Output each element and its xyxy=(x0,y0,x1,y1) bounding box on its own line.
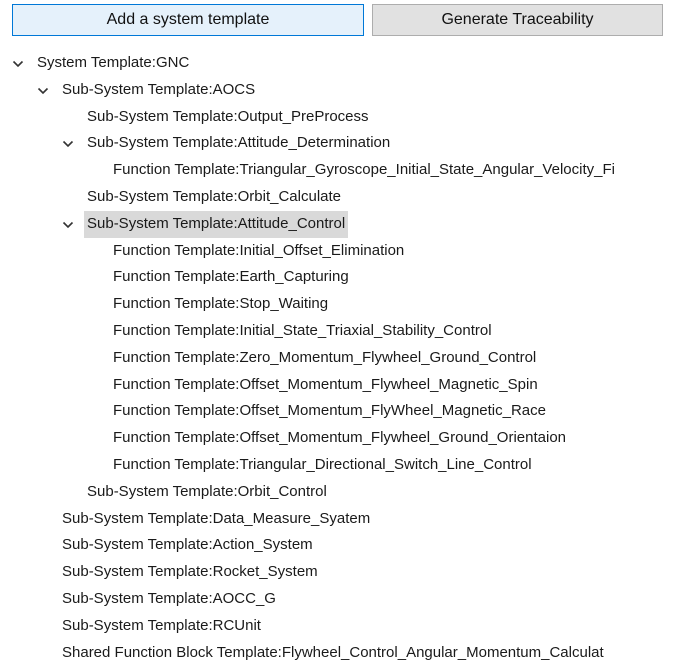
chevron-down-icon[interactable] xyxy=(62,139,74,149)
tree-node[interactable]: Sub-System Template:Orbit_Control xyxy=(0,479,691,506)
tree-node-label: Sub-System Template:AOCS xyxy=(62,80,256,98)
tree-node-label: Function Template:Initial_Offset_Elimina… xyxy=(113,241,405,259)
tree-node[interactable]: Function Template:Offset_Momentum_Flywhe… xyxy=(0,425,691,452)
tree-node-label: Function Template:Offset_Momentum_FlyWhe… xyxy=(113,402,546,420)
tree-node-label: Sub-System Template:Rocket_System xyxy=(62,563,318,581)
tree-node-label: Sub-System Template:Attitude_Determinati… xyxy=(87,134,391,152)
tree-node-label: Sub-System Template:RCUnit xyxy=(62,616,261,634)
tree-node-label: Function Template:Zero_Momentum_Flywheel… xyxy=(113,348,537,366)
tree-node[interactable]: Sub-System Template:Orbit_Calculate xyxy=(0,184,691,211)
tree-node[interactable]: Sub-System Template:AOCS xyxy=(0,77,691,104)
tree-node-label: Shared Function Block Template:Flywheel_… xyxy=(62,643,604,661)
tree-node[interactable]: Function Template:Triangular_Directional… xyxy=(0,452,691,479)
tree-node-label: Function Template:Stop_Waiting xyxy=(113,295,329,313)
tree-node[interactable]: Sub-System Template:Attitude_Control xyxy=(0,210,691,238)
tree-node[interactable]: Sub-System Template:Output_PreProcess xyxy=(0,104,691,131)
tree-node[interactable]: Sub-System Template:RCUnit xyxy=(0,613,691,640)
tree-node[interactable]: Function Template:Zero_Momentum_Flywheel… xyxy=(0,345,691,372)
tree-node-label: Sub-System Template:AOCC_G xyxy=(62,589,276,607)
tree-node[interactable]: Sub-System Template:Data_Measure_Syatem xyxy=(0,506,691,533)
tree-node-label: Sub-System Template:Action_System xyxy=(62,536,313,554)
tree-node-label: Sub-System Template:Data_Measure_Syatem xyxy=(62,509,371,527)
tree-node[interactable]: Sub-System Template:AOCC_G xyxy=(0,586,691,613)
tree-node[interactable]: Sub-System Template:Rocket_System xyxy=(0,559,691,586)
tree-node-label: Function Template:Offset_Momentum_Flywhe… xyxy=(113,375,538,393)
tree-node-label: Function Template:Triangular_Directional… xyxy=(113,455,532,473)
tree-node[interactable]: Function Template:Offset_Momentum_Flywhe… xyxy=(0,372,691,399)
tree-node-label: Sub-System Template:Orbit_Control xyxy=(87,482,327,500)
toolbar: Add a system template Generate Traceabil… xyxy=(0,0,691,44)
tree-node-label: Function Template:Offset_Momentum_Flywhe… xyxy=(113,429,567,447)
tree-node-label: Function Template:Earth_Capturing xyxy=(113,268,349,286)
tree-node-label: Sub-System Template:Orbit_Calculate xyxy=(87,187,342,205)
template-tree: System Template:GNC Sub-System Template:A… xyxy=(0,50,691,663)
tree-node-label: System Template:GNC xyxy=(37,54,190,71)
tree-node[interactable]: Function Template:Initial_State_Triaxial… xyxy=(0,318,691,345)
tree-node[interactable]: System Template:GNC xyxy=(0,50,691,77)
tree-node[interactable]: Function Template:Triangular_Gyroscope_I… xyxy=(0,157,691,184)
tree-node[interactable]: Sub-System Template:Attitude_Determinati… xyxy=(0,130,691,157)
chevron-down-icon[interactable] xyxy=(62,220,74,230)
tree-node[interactable]: Shared Function Block Template:Flywheel_… xyxy=(0,640,691,663)
generate-traceability-button[interactable]: Generate Traceability xyxy=(372,4,663,36)
tree-node[interactable]: Function Template:Stop_Waiting xyxy=(0,291,691,318)
chevron-down-icon[interactable] xyxy=(12,59,24,69)
chevron-down-icon[interactable] xyxy=(37,86,49,96)
tree-node[interactable]: Function Template:Offset_Momentum_FlyWhe… xyxy=(0,398,691,425)
tree-node-label: Sub-System Template:Attitude_Control xyxy=(84,210,349,238)
tree-node[interactable]: Function Template:Initial_Offset_Elimina… xyxy=(0,238,691,265)
tree-node[interactable]: Sub-System Template:Action_System xyxy=(0,532,691,559)
tree-node-label: Sub-System Template:Output_PreProcess xyxy=(87,107,369,125)
tree-node-label: Function Template:Initial_State_Triaxial… xyxy=(113,321,492,339)
add-system-template-button[interactable]: Add a system template xyxy=(12,4,364,36)
tree-node-label: Function Template:Triangular_Gyroscope_I… xyxy=(113,161,615,179)
tree-node[interactable]: Function Template:Earth_Capturing xyxy=(0,264,691,291)
